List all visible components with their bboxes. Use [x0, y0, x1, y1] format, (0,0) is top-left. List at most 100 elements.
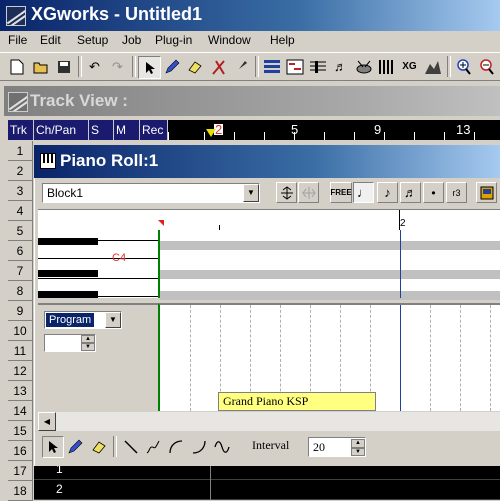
spin-up-icon[interactable]: ▲ [81, 335, 95, 343]
drum-icon[interactable] [353, 56, 374, 77]
track-number[interactable]: 1 [8, 141, 33, 161]
track-view-title-bar: Track View : [4, 86, 500, 116]
eraser-icon[interactable] [184, 56, 205, 77]
header-mute: M [114, 120, 140, 140]
track-number[interactable]: 17 [8, 461, 33, 481]
track-view-icon[interactable] [261, 56, 282, 77]
track-number[interactable]: 7 [8, 261, 33, 281]
curve-concave-icon[interactable] [188, 436, 210, 458]
track-number[interactable]: 14 [8, 401, 33, 421]
dotted-note-icon[interactable]: • [423, 182, 444, 203]
undo-icon[interactable]: ↶ [84, 56, 105, 77]
zoom-vertical-icon[interactable] [276, 182, 297, 203]
track-number[interactable]: 16 [8, 441, 33, 461]
freehand-tool-icon[interactable] [142, 436, 164, 458]
track-number[interactable]: 5 [8, 221, 33, 241]
scissors-icon[interactable] [207, 56, 228, 77]
xgworks-app-icon [8, 92, 28, 112]
app-title: XGworks - Untitled1 [31, 4, 203, 24]
menu-edit[interactable]: Edit [40, 33, 61, 47]
piano-roll-icon[interactable] [284, 56, 305, 77]
block-select[interactable]: Block1 ▼ [42, 183, 260, 203]
open-icon[interactable] [30, 56, 51, 77]
zoom-out-icon[interactable] [476, 56, 497, 77]
track-area[interactable]: 1 2 [34, 460, 500, 500]
new-icon[interactable] [6, 56, 27, 77]
toolbar-separator [132, 56, 136, 77]
staff-icon[interactable] [307, 56, 328, 77]
redo-icon[interactable]: ↷ [107, 56, 128, 77]
menu-window[interactable]: Window [208, 33, 251, 47]
zoom-horizontal-icon[interactable] [298, 182, 319, 203]
track-number[interactable]: 12 [8, 361, 33, 381]
pencil-icon[interactable] [64, 436, 86, 458]
arrow-icon[interactable] [42, 436, 64, 458]
note-grid[interactable] [158, 230, 500, 300]
track-number[interactable]: 18 [8, 481, 33, 501]
bar-line [210, 460, 211, 500]
chevron-down-icon[interactable]: ▼ [105, 312, 121, 328]
header-rec: Rec [140, 120, 168, 140]
track-number[interactable]: 9 [8, 301, 33, 321]
sixteenth-note-icon[interactable]: ♬ [400, 182, 421, 203]
ruler-label-9: 9 [374, 122, 382, 137]
menu-file[interactable]: File [8, 33, 27, 47]
pencil-icon[interactable] [161, 56, 182, 77]
track-view-ruler[interactable]: 2 5 9 13 [168, 120, 500, 140]
scroll-left-icon[interactable]: ◀ [38, 412, 56, 431]
track-row[interactable]: 2 [34, 480, 500, 500]
header-ch-pan: Ch/Pan [34, 120, 89, 140]
free-quantize-button[interactable]: FREE [330, 182, 352, 203]
track-number[interactable]: 11 [8, 341, 33, 361]
spin-down-icon[interactable]: ▼ [351, 448, 365, 456]
glue-icon[interactable] [230, 56, 251, 77]
piano-keyboard[interactable] [38, 230, 158, 298]
header-trk: Trk [8, 120, 34, 140]
menu-setup[interactable]: Setup [77, 33, 108, 47]
track-number[interactable]: 3 [8, 181, 33, 201]
curve-convex-icon[interactable] [165, 436, 187, 458]
piano-roll-title: Piano Roll:1 [60, 151, 159, 170]
track-number[interactable]: 15 [8, 421, 33, 441]
controller-value-field[interactable]: ▲ ▼ [44, 334, 96, 352]
track-number[interactable]: 13 [8, 381, 33, 401]
track-number[interactable]: 2 [8, 161, 33, 181]
track-number[interactable]: 6 [8, 241, 33, 261]
position-marker-icon [206, 129, 216, 137]
playhead-line [400, 305, 401, 411]
program-change-event[interactable]: Grand Piano KSP [218, 392, 376, 411]
menu-job[interactable]: Job [122, 33, 141, 47]
bar-number: 2 [400, 218, 406, 229]
score-icon[interactable]: ♬ [330, 56, 351, 77]
arrow-icon[interactable] [138, 56, 161, 79]
interval-field[interactable]: 20 ▲ ▼ [308, 437, 366, 457]
sine-wave-icon[interactable] [211, 436, 233, 458]
toolbar-separator [447, 56, 451, 77]
menu-help[interactable]: Help [270, 33, 295, 47]
controller-select[interactable]: Program ▼ [44, 311, 122, 329]
event-list-icon[interactable] [376, 56, 397, 77]
chevron-down-icon[interactable]: ▼ [243, 184, 259, 202]
track-view-title: Track View : [30, 91, 128, 110]
main-toolbar: ↶ ↷ ♬ XG [0, 52, 500, 81]
zoom-in-icon[interactable] [453, 56, 474, 77]
save-icon[interactable] [53, 56, 74, 77]
line-tool-icon[interactable] [120, 436, 142, 458]
eraser-icon[interactable] [88, 436, 110, 458]
quarter-note-icon[interactable]: ♩ [353, 182, 374, 203]
color-icon[interactable] [476, 182, 497, 203]
xg-editor-icon[interactable]: XG [399, 56, 420, 77]
eighth-note-icon[interactable]: ♪ [377, 182, 398, 203]
spin-down-icon[interactable]: ▼ [81, 343, 95, 351]
track-number[interactable]: 4 [8, 201, 33, 221]
xgworks-app-icon [6, 6, 26, 26]
mixer-icon[interactable] [422, 56, 443, 77]
horizontal-scrollbar[interactable]: ◀ [38, 412, 500, 431]
track-number[interactable]: 10 [8, 321, 33, 341]
toolbar-separator [255, 56, 259, 77]
spin-up-icon[interactable]: ▲ [351, 439, 365, 448]
menu-plugin[interactable]: Plug-in [155, 33, 192, 47]
triplet-button[interactable]: r3 [446, 182, 467, 203]
track-number[interactable]: 8 [8, 281, 33, 301]
piano-roll-ruler[interactable]: 2 [38, 209, 500, 230]
